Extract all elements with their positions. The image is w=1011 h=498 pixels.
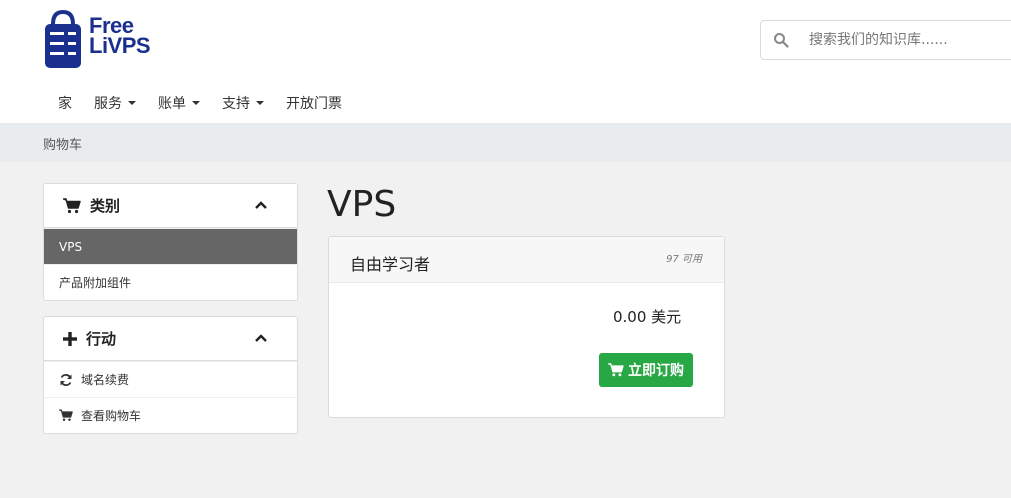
category-item-label: VPS <box>59 239 83 254</box>
server-logo-icon <box>45 10 81 68</box>
search-input[interactable] <box>809 32 999 48</box>
product-availability: 97 可用 <box>666 254 702 265</box>
site-header: Free LiVPS 家 服务 账单 支持 开放门票 <box>0 0 1011 123</box>
product-card: 自由学习者 97 可用 0.00 美元 立即订购 <box>328 236 725 418</box>
brand-logo[interactable]: Free LiVPS <box>43 10 173 70</box>
actions-panel-header[interactable]: 行动 <box>44 317 297 361</box>
caret-down-icon <box>256 101 264 105</box>
page-title: VPS <box>327 184 397 225</box>
main-nav: 家 服务 账单 支持 开放门票 <box>58 92 364 114</box>
categories-title: 类别 <box>90 197 121 215</box>
breadcrumb: 购物车 <box>43 138 83 153</box>
cart-icon <box>63 197 81 213</box>
caret-down-icon <box>192 101 200 105</box>
nav-item-label: 账单 <box>158 96 186 112</box>
nav-item-billing[interactable]: 账单 <box>158 93 200 113</box>
brand-line-2: LiVPS <box>89 33 151 58</box>
chevron-up-icon[interactable] <box>254 199 268 211</box>
nav-item-label: 开放门票 <box>286 96 342 112</box>
category-item-addons[interactable]: 产品附加组件 <box>44 264 297 300</box>
order-now-label: 立即订购 <box>628 363 684 379</box>
knowledgebase-search[interactable] <box>760 20 1011 60</box>
action-label: 查看购物车 <box>81 409 142 423</box>
nav-item-label: 家 <box>58 96 72 112</box>
search-icon <box>774 33 789 48</box>
product-price: 0.00 美元 <box>613 308 682 326</box>
action-label: 域名续费 <box>81 373 130 387</box>
categories-panel: 类别 VPS 产品附加组件 <box>43 183 298 301</box>
nav-item-support[interactable]: 支持 <box>222 93 264 113</box>
nav-item-services[interactable]: 服务 <box>94 93 136 113</box>
nav-item-open-ticket[interactable]: 开放门票 <box>286 93 342 113</box>
brand-name: Free LiVPS <box>89 15 151 58</box>
nav-item-label: 支持 <box>222 96 250 112</box>
nav-item-label: 服务 <box>94 96 122 112</box>
breadcrumb-bar: 购物车 <box>0 123 1011 162</box>
caret-down-icon <box>128 101 136 105</box>
category-item-label: 产品附加组件 <box>59 276 132 290</box>
actions-title: 行动 <box>86 330 117 348</box>
action-domain-renewal[interactable]: 域名续费 <box>44 361 297 397</box>
refresh-icon <box>60 373 72 386</box>
plus-icon <box>63 331 77 346</box>
cart-icon <box>59 409 73 422</box>
product-card-header: 自由学习者 97 可用 <box>329 237 724 283</box>
action-view-cart[interactable]: 查看购物车 <box>44 397 297 433</box>
order-now-button[interactable]: 立即订购 <box>599 353 693 387</box>
category-item-vps[interactable]: VPS <box>44 228 297 264</box>
chevron-up-icon[interactable] <box>254 332 268 344</box>
nav-item-home[interactable]: 家 <box>58 93 72 113</box>
product-name: 自由学习者 <box>350 255 431 274</box>
categories-panel-header[interactable]: 类别 <box>44 184 297 228</box>
actions-panel: 行动 域名续费 查看购物车 <box>43 316 298 434</box>
cart-icon <box>608 363 624 377</box>
